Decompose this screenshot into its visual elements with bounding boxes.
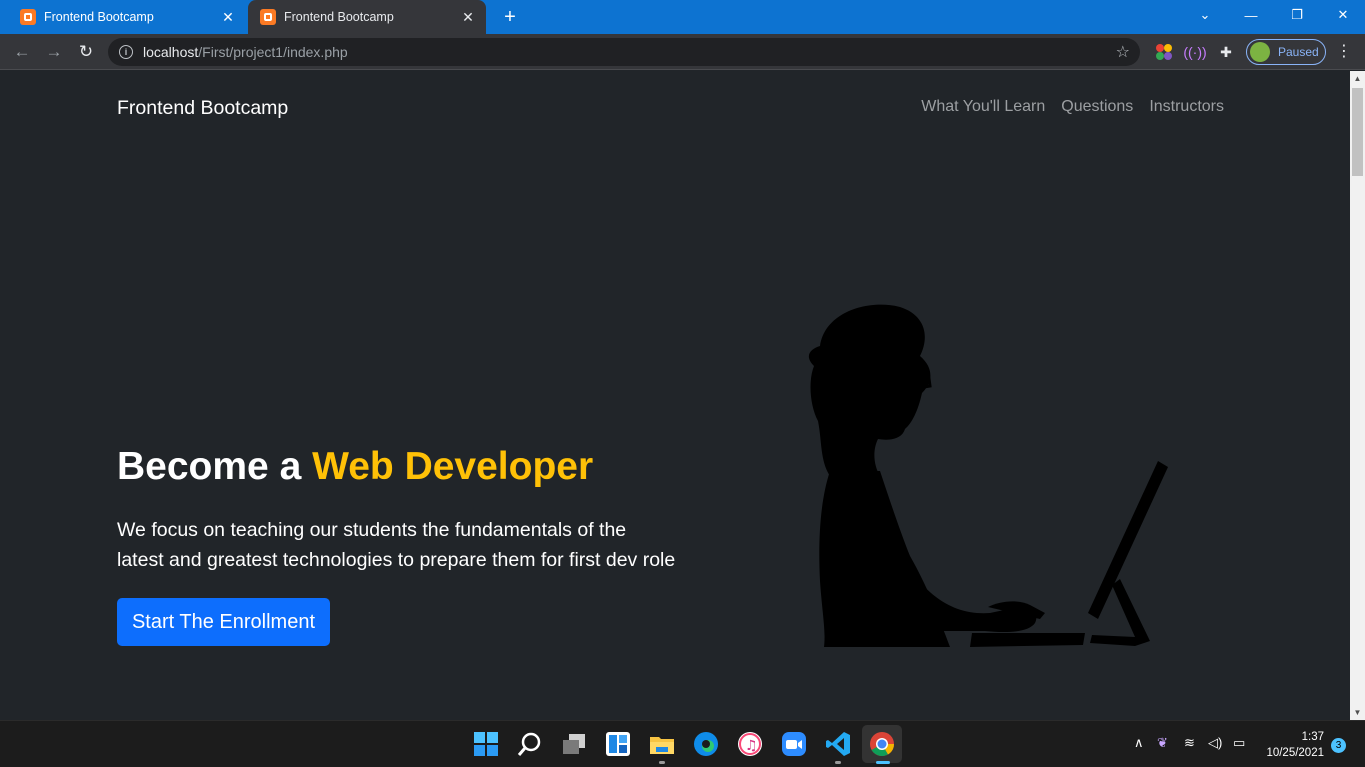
avatar [1250, 42, 1270, 62]
start-enrollment-button[interactable]: Start The Enrollment [117, 598, 330, 646]
system-clock[interactable]: 1:37 10/25/2021 [1260, 729, 1324, 761]
hero-title: Become a Web Developer [117, 445, 593, 489]
scroll-up-icon[interactable]: ▲ [1350, 71, 1365, 86]
developer-silhouette-illustration [808, 304, 1168, 647]
browser-toolbar: ← → ↻ i localhost/First/project1/index.p… [0, 34, 1365, 70]
hero-title-accent: Web Developer [312, 445, 594, 488]
svg-text:♫: ♫ [745, 738, 758, 754]
itunes-icon[interactable]: ♫ [736, 730, 764, 758]
running-indicator [835, 761, 841, 764]
restore-button[interactable]: ❐ [1274, 0, 1320, 30]
page-viewport: Frontend Bootcamp What You'll Learn Ques… [0, 71, 1350, 720]
extensions-puzzle-icon[interactable]: ✚ [1216, 42, 1236, 62]
tab-search-icon[interactable]: ⌄ [1182, 0, 1228, 30]
volume-icon[interactable]: ◁) [1208, 735, 1222, 751]
extension-icon[interactable] [1154, 42, 1174, 62]
browser-tab-active[interactable]: Frontend Bootcamp ✕ [248, 0, 486, 34]
navbar-brand[interactable]: Frontend Bootcamp [117, 97, 288, 120]
profile-status: Paused [1278, 45, 1319, 59]
nav-link-instructors[interactable]: Instructors [1149, 98, 1224, 116]
xampp-favicon-icon [20, 9, 36, 25]
tab-title: Frontend Bootcamp [284, 10, 394, 24]
start-icon[interactable] [472, 730, 500, 758]
widgets-icon[interactable] [604, 730, 632, 758]
bookmark-star-icon[interactable]: ☆ [1116, 42, 1130, 62]
wifi-icon[interactable]: ≋ [1184, 735, 1195, 751]
edge-icon[interactable] [692, 730, 720, 758]
windows-taskbar: ♫ ∧ ❦ ≋ ◁) ▭ 1:37 10/25/2021 3 [0, 720, 1365, 767]
hero-lead: We focus on teaching our students the fu… [117, 519, 676, 571]
scrollbar-thumb[interactable] [1352, 88, 1363, 176]
browser-tab[interactable]: Frontend Bootcamp ✕ [8, 0, 246, 34]
clock-date: 10/25/2021 [1266, 747, 1324, 759]
minimize-button[interactable]: — [1228, 0, 1274, 30]
scroll-down-icon[interactable]: ▼ [1350, 705, 1365, 720]
hero-title-prefix: Become a [117, 445, 313, 488]
close-window-button[interactable]: ✕ [1320, 0, 1365, 30]
menu-kebab-icon[interactable]: ⋮ [1334, 42, 1354, 62]
clock-time: 1:37 [1301, 731, 1324, 743]
broadcast-extension-icon[interactable]: ((·)) [1183, 42, 1206, 62]
notification-badge[interactable]: 3 [1331, 738, 1346, 753]
address-bar[interactable]: i localhost/First/project1/index.php ☆ [108, 38, 1140, 66]
xampp-favicon-icon [260, 9, 276, 25]
chrome-icon[interactable] [868, 730, 896, 758]
tab-title: Frontend Bootcamp [44, 10, 154, 24]
battery-icon[interactable]: ▭ [1233, 735, 1245, 751]
active-indicator [876, 761, 890, 764]
running-indicator [659, 761, 665, 764]
new-tab-button[interactable]: + [498, 5, 522, 29]
site-info-icon[interactable]: i [119, 45, 133, 59]
vertical-scrollbar[interactable]: ▲ ▼ [1350, 71, 1365, 720]
nav-link-learn[interactable]: What You'll Learn [921, 98, 1045, 116]
back-icon[interactable]: ← [8, 38, 36, 66]
url-host: localhost [143, 44, 199, 60]
file-explorer-icon[interactable] [648, 730, 676, 758]
browser-tab-bar: Frontend Bootcamp ✕ Frontend Bootcamp ✕ … [0, 0, 1365, 34]
nav-link-questions[interactable]: Questions [1061, 98, 1133, 116]
close-icon[interactable]: ✕ [458, 7, 478, 27]
vscode-icon[interactable] [824, 730, 852, 758]
profile-button[interactable]: Paused [1246, 39, 1326, 65]
feather-tray-icon[interactable]: ❦ [1157, 735, 1168, 751]
close-icon[interactable]: ✕ [218, 7, 238, 27]
forward-icon[interactable]: → [40, 38, 68, 66]
task-view-icon[interactable] [560, 730, 588, 758]
search-icon[interactable] [516, 730, 544, 758]
reload-icon[interactable]: ↻ [72, 38, 100, 66]
zoom-icon[interactable] [780, 730, 808, 758]
url-path: /First/project1/index.php [198, 44, 348, 60]
navbar-links: What You'll Learn Questions Instructors [921, 98, 1224, 116]
show-hidden-icons-icon[interactable]: ∧ [1134, 735, 1144, 751]
